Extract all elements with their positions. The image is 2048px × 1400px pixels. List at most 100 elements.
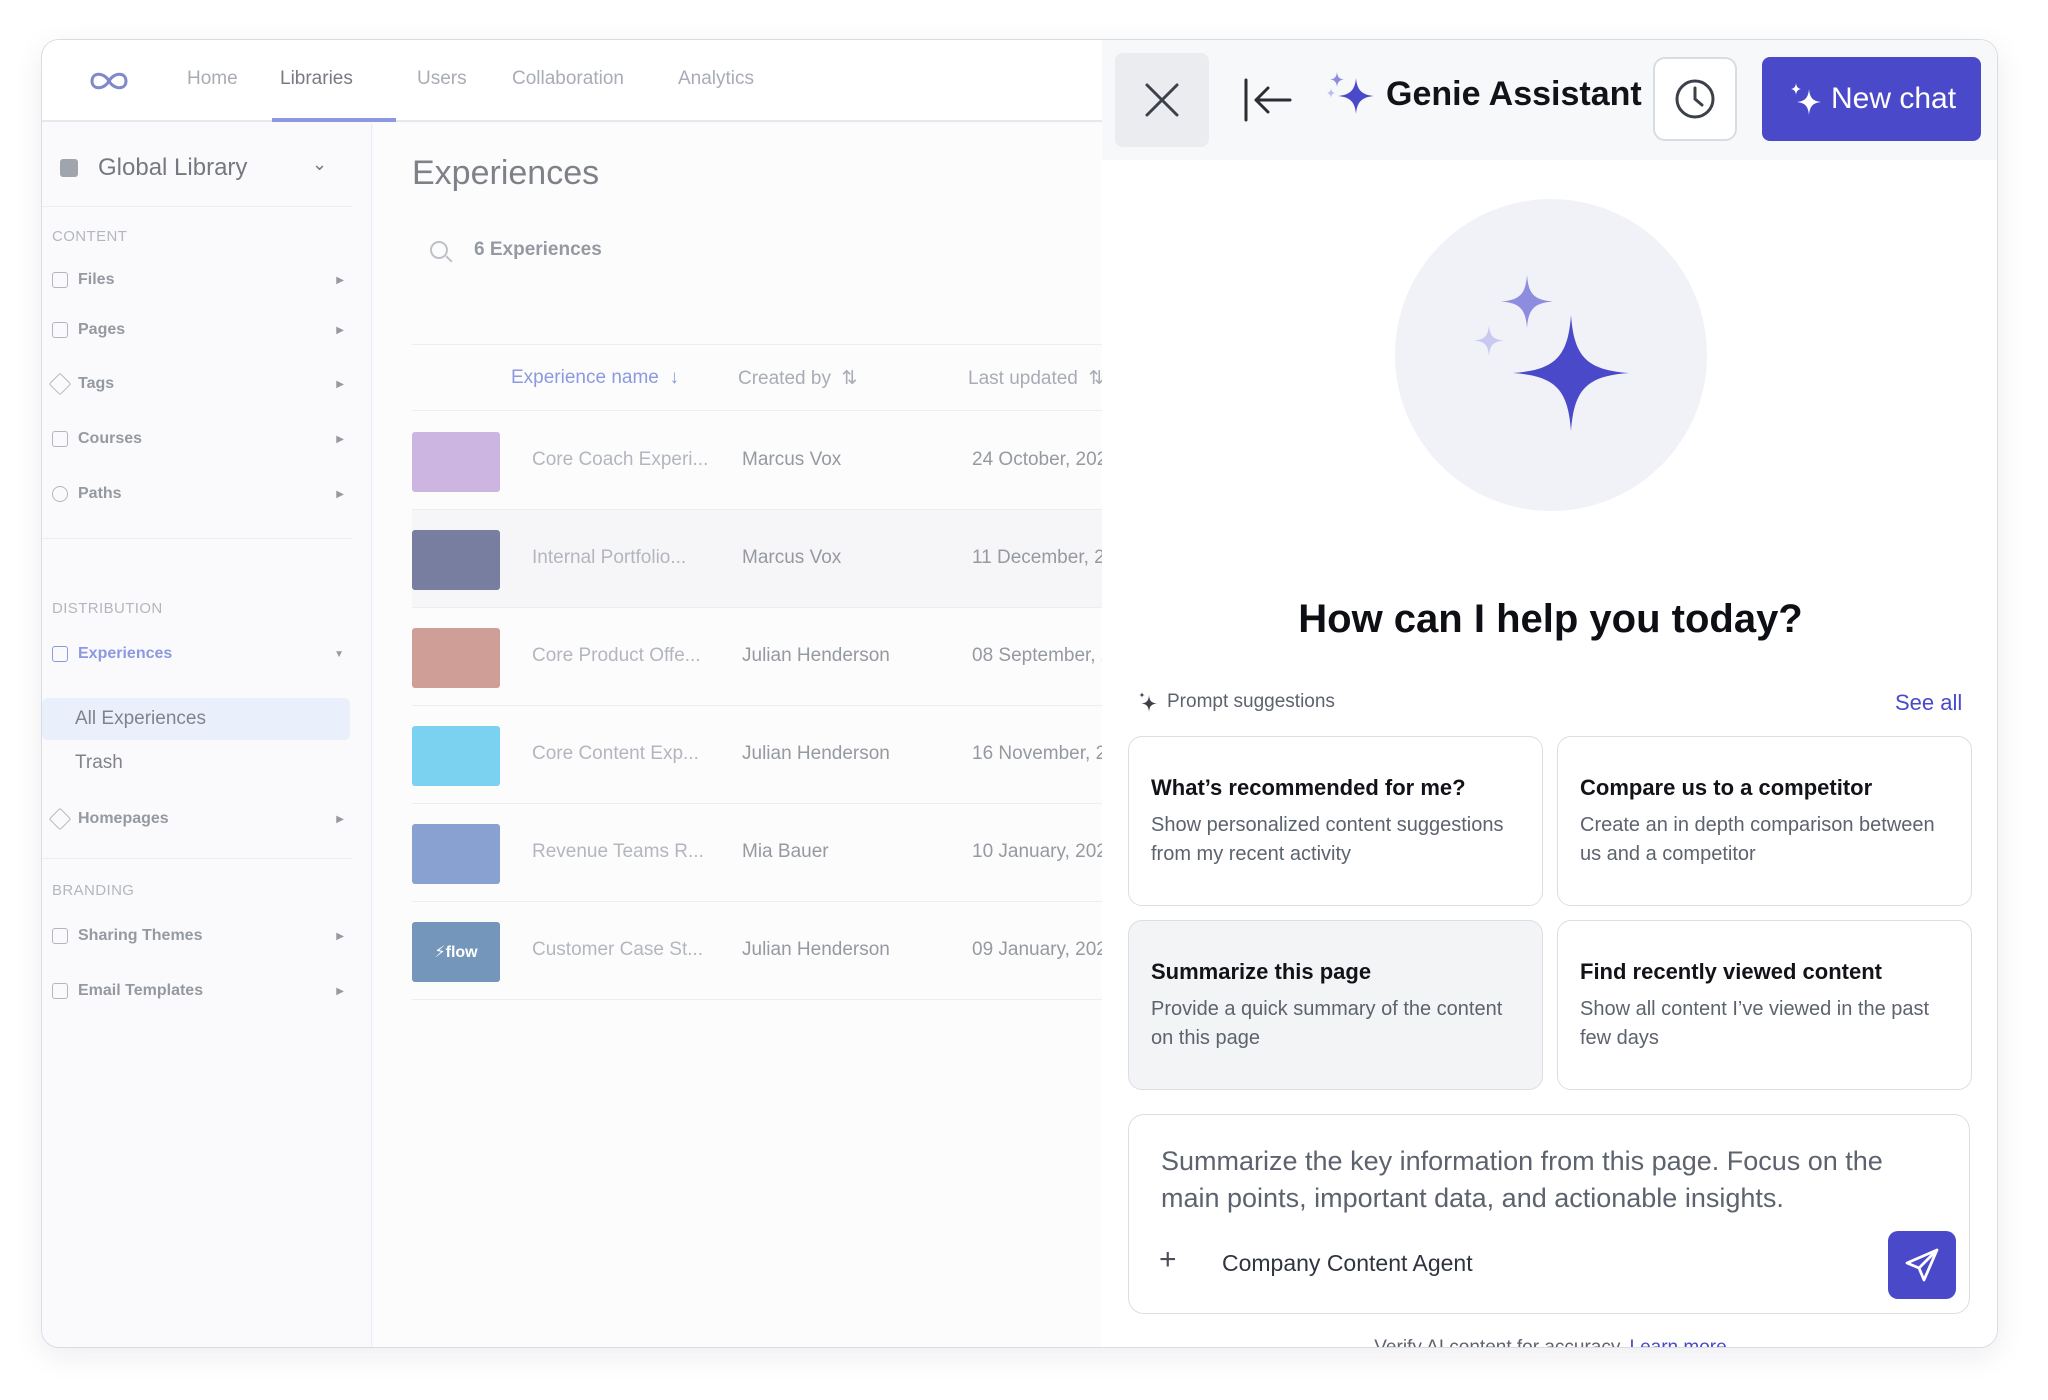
last-updated: 11 December, 20 — [972, 547, 1116, 568]
experience-thumbnail — [412, 628, 500, 688]
nav-home[interactable]: Home — [187, 68, 238, 90]
card-description: Provide a quick summary of the content o… — [1151, 998, 1503, 1049]
caret-down-icon: ▼ — [334, 648, 344, 660]
sidebar-item-label: Homepages — [78, 810, 169, 827]
section-content: CONTENT — [52, 228, 128, 245]
sidebar-item-label: Files — [78, 271, 115, 288]
clock-icon — [1675, 79, 1715, 119]
theme-icon — [52, 928, 68, 944]
assistant-heading: How can I help you today? — [1298, 597, 1803, 641]
tag-icon — [48, 807, 72, 831]
sidebar-item-experiences[interactable]: Experiences ▼ — [52, 638, 352, 670]
sidebar-item-homepages[interactable]: Homepages ▶ — [48, 803, 352, 835]
assistant-title: Genie Assistant — [1386, 74, 1642, 113]
sidebar-subitem-trash[interactable]: Trash — [42, 742, 350, 784]
email-template-icon — [52, 983, 68, 999]
send-icon — [1905, 1248, 1939, 1282]
column-header-name[interactable]: Experience name ↓ — [511, 367, 679, 389]
file-icon — [52, 272, 68, 288]
card-title: What’s recommended for me? — [1151, 775, 1466, 800]
suggestions-label-text: Prompt suggestions — [1167, 691, 1335, 712]
caret-right-icon: ▶ — [336, 378, 344, 390]
divider — [42, 858, 352, 859]
see-all-link[interactable]: See all — [1895, 690, 1962, 716]
sidebar-item-sharing-themes[interactable]: Sharing Themes ▶ — [52, 920, 352, 952]
nav-users[interactable]: Users — [417, 68, 467, 90]
experience-thumbnail: ⚡flow — [412, 922, 500, 982]
caret-right-icon: ▶ — [336, 985, 344, 997]
hero-illustration — [1395, 199, 1707, 511]
card-title: Summarize this page — [1151, 959, 1372, 984]
created-by: Julian Henderson — [742, 645, 890, 666]
last-updated: 16 November, 20 — [972, 743, 1117, 764]
sidebar-item-paths[interactable]: Paths ▶ — [52, 478, 352, 510]
send-button[interactable] — [1888, 1231, 1956, 1299]
column-label: Experience name — [511, 367, 659, 388]
experience-icon — [52, 646, 68, 662]
nav-libraries[interactable]: Libraries — [280, 68, 353, 90]
experience-name: Revenue Teams R... — [532, 841, 704, 862]
suggestion-card[interactable]: Find recently viewed content Show all co… — [1557, 920, 1972, 1090]
prompt-input[interactable]: Summarize the key information from this … — [1161, 1143, 1921, 1217]
experience-name: Customer Case St... — [532, 939, 704, 960]
sidebar-subitem-all-experiences[interactable]: All Experiences — [42, 698, 350, 740]
created-by: Marcus Vox — [742, 547, 842, 568]
caret-right-icon: ▶ — [336, 324, 344, 336]
experience-name: Core Product Offe... — [532, 645, 701, 666]
nav-analytics[interactable]: Analytics — [678, 68, 754, 90]
last-updated: 10 January, 202 — [972, 841, 1107, 862]
card-title: Find recently viewed content — [1580, 959, 1882, 984]
divider — [42, 538, 352, 539]
footer-note: Verify AI content for accuracy. Learn mo… — [1102, 1337, 1997, 1348]
sidebar: Global Library ⌄ CONTENT Files ▶ Pages ▶ T… — [42, 124, 372, 1347]
library-selector[interactable]: Global Library ⌄ — [60, 150, 350, 186]
collapse-panel-button[interactable] — [1242, 75, 1294, 125]
sidebar-item-pages[interactable]: Pages ▶ — [52, 314, 352, 346]
agent-selector[interactable]: Company Content Agent — [1222, 1250, 1473, 1277]
created-by: Julian Henderson — [742, 743, 890, 764]
sparkle-icon — [1139, 692, 1157, 712]
new-chat-label: New chat — [1830, 82, 1957, 115]
sparkle-icon — [1327, 72, 1374, 114]
collapse-left-icon — [1244, 78, 1292, 122]
caret-right-icon: ▶ — [336, 488, 344, 500]
card-description: Show personalized content suggestions fr… — [1151, 814, 1504, 865]
history-button[interactable] — [1653, 57, 1737, 141]
column-label: Created by — [738, 368, 831, 389]
sidebar-item-label: Sharing Themes — [78, 927, 203, 944]
suggestion-card[interactable]: Compare us to a competitor Create an in … — [1557, 736, 1972, 906]
learn-more-link[interactable]: Learn more — [1630, 1337, 1727, 1347]
genie-assistant-panel: Genie Assistant New chat How can I help … — [1102, 40, 1997, 1348]
section-branding: BRANDING — [52, 882, 135, 899]
sidebar-item-label: Tags — [78, 375, 115, 392]
caret-right-icon: ▶ — [336, 274, 344, 286]
close-button[interactable] — [1115, 53, 1209, 147]
suggestion-card[interactable]: What’s recommended for me? Show personal… — [1128, 736, 1543, 906]
prompt-suggestions-label: Prompt suggestions — [1137, 691, 1335, 713]
new-chat-button[interactable]: New chat — [1762, 57, 1981, 141]
experience-name: Core Coach Experi... — [532, 449, 709, 470]
prompt-input-box[interactable]: Summarize the key information from this … — [1128, 1114, 1970, 1314]
column-label: Last updated — [968, 368, 1078, 389]
suggestion-card[interactable]: Summarize this page Provide a quick summ… — [1128, 920, 1543, 1090]
disclaimer-text: Verify AI content for accuracy. — [1374, 1337, 1625, 1348]
sidebar-item-email-templates[interactable]: Email Templates ▶ — [52, 975, 352, 1007]
sort-down-icon: ↓ — [669, 367, 679, 388]
tag-icon — [48, 372, 72, 396]
search-row[interactable]: 6 Experiences — [412, 230, 602, 270]
sidebar-item-files[interactable]: Files ▶ — [52, 264, 352, 296]
caret-right-icon: ▶ — [336, 433, 344, 445]
card-description: Show all content I’ve viewed in the past… — [1580, 998, 1930, 1049]
sidebar-item-courses[interactable]: Courses ▶ — [52, 423, 352, 455]
close-icon — [1145, 83, 1179, 117]
created-by: Mia Bauer — [742, 841, 829, 862]
column-header-created-by[interactable]: Created by ⇅ — [738, 367, 857, 390]
add-attachment-icon[interactable]: + — [1159, 1243, 1177, 1277]
last-updated: 24 October, 202 — [972, 449, 1108, 470]
experience-name: Core Content Exp... — [532, 743, 699, 764]
sort-icon: ⇅ — [841, 368, 858, 389]
chevron-down-icon: ⌄ — [312, 154, 328, 174]
column-header-last-updated[interactable]: Last updated ⇅ — [968, 367, 1104, 390]
nav-collaboration[interactable]: Collaboration — [512, 68, 624, 90]
sidebar-item-tags[interactable]: Tags ▶ — [48, 368, 352, 400]
